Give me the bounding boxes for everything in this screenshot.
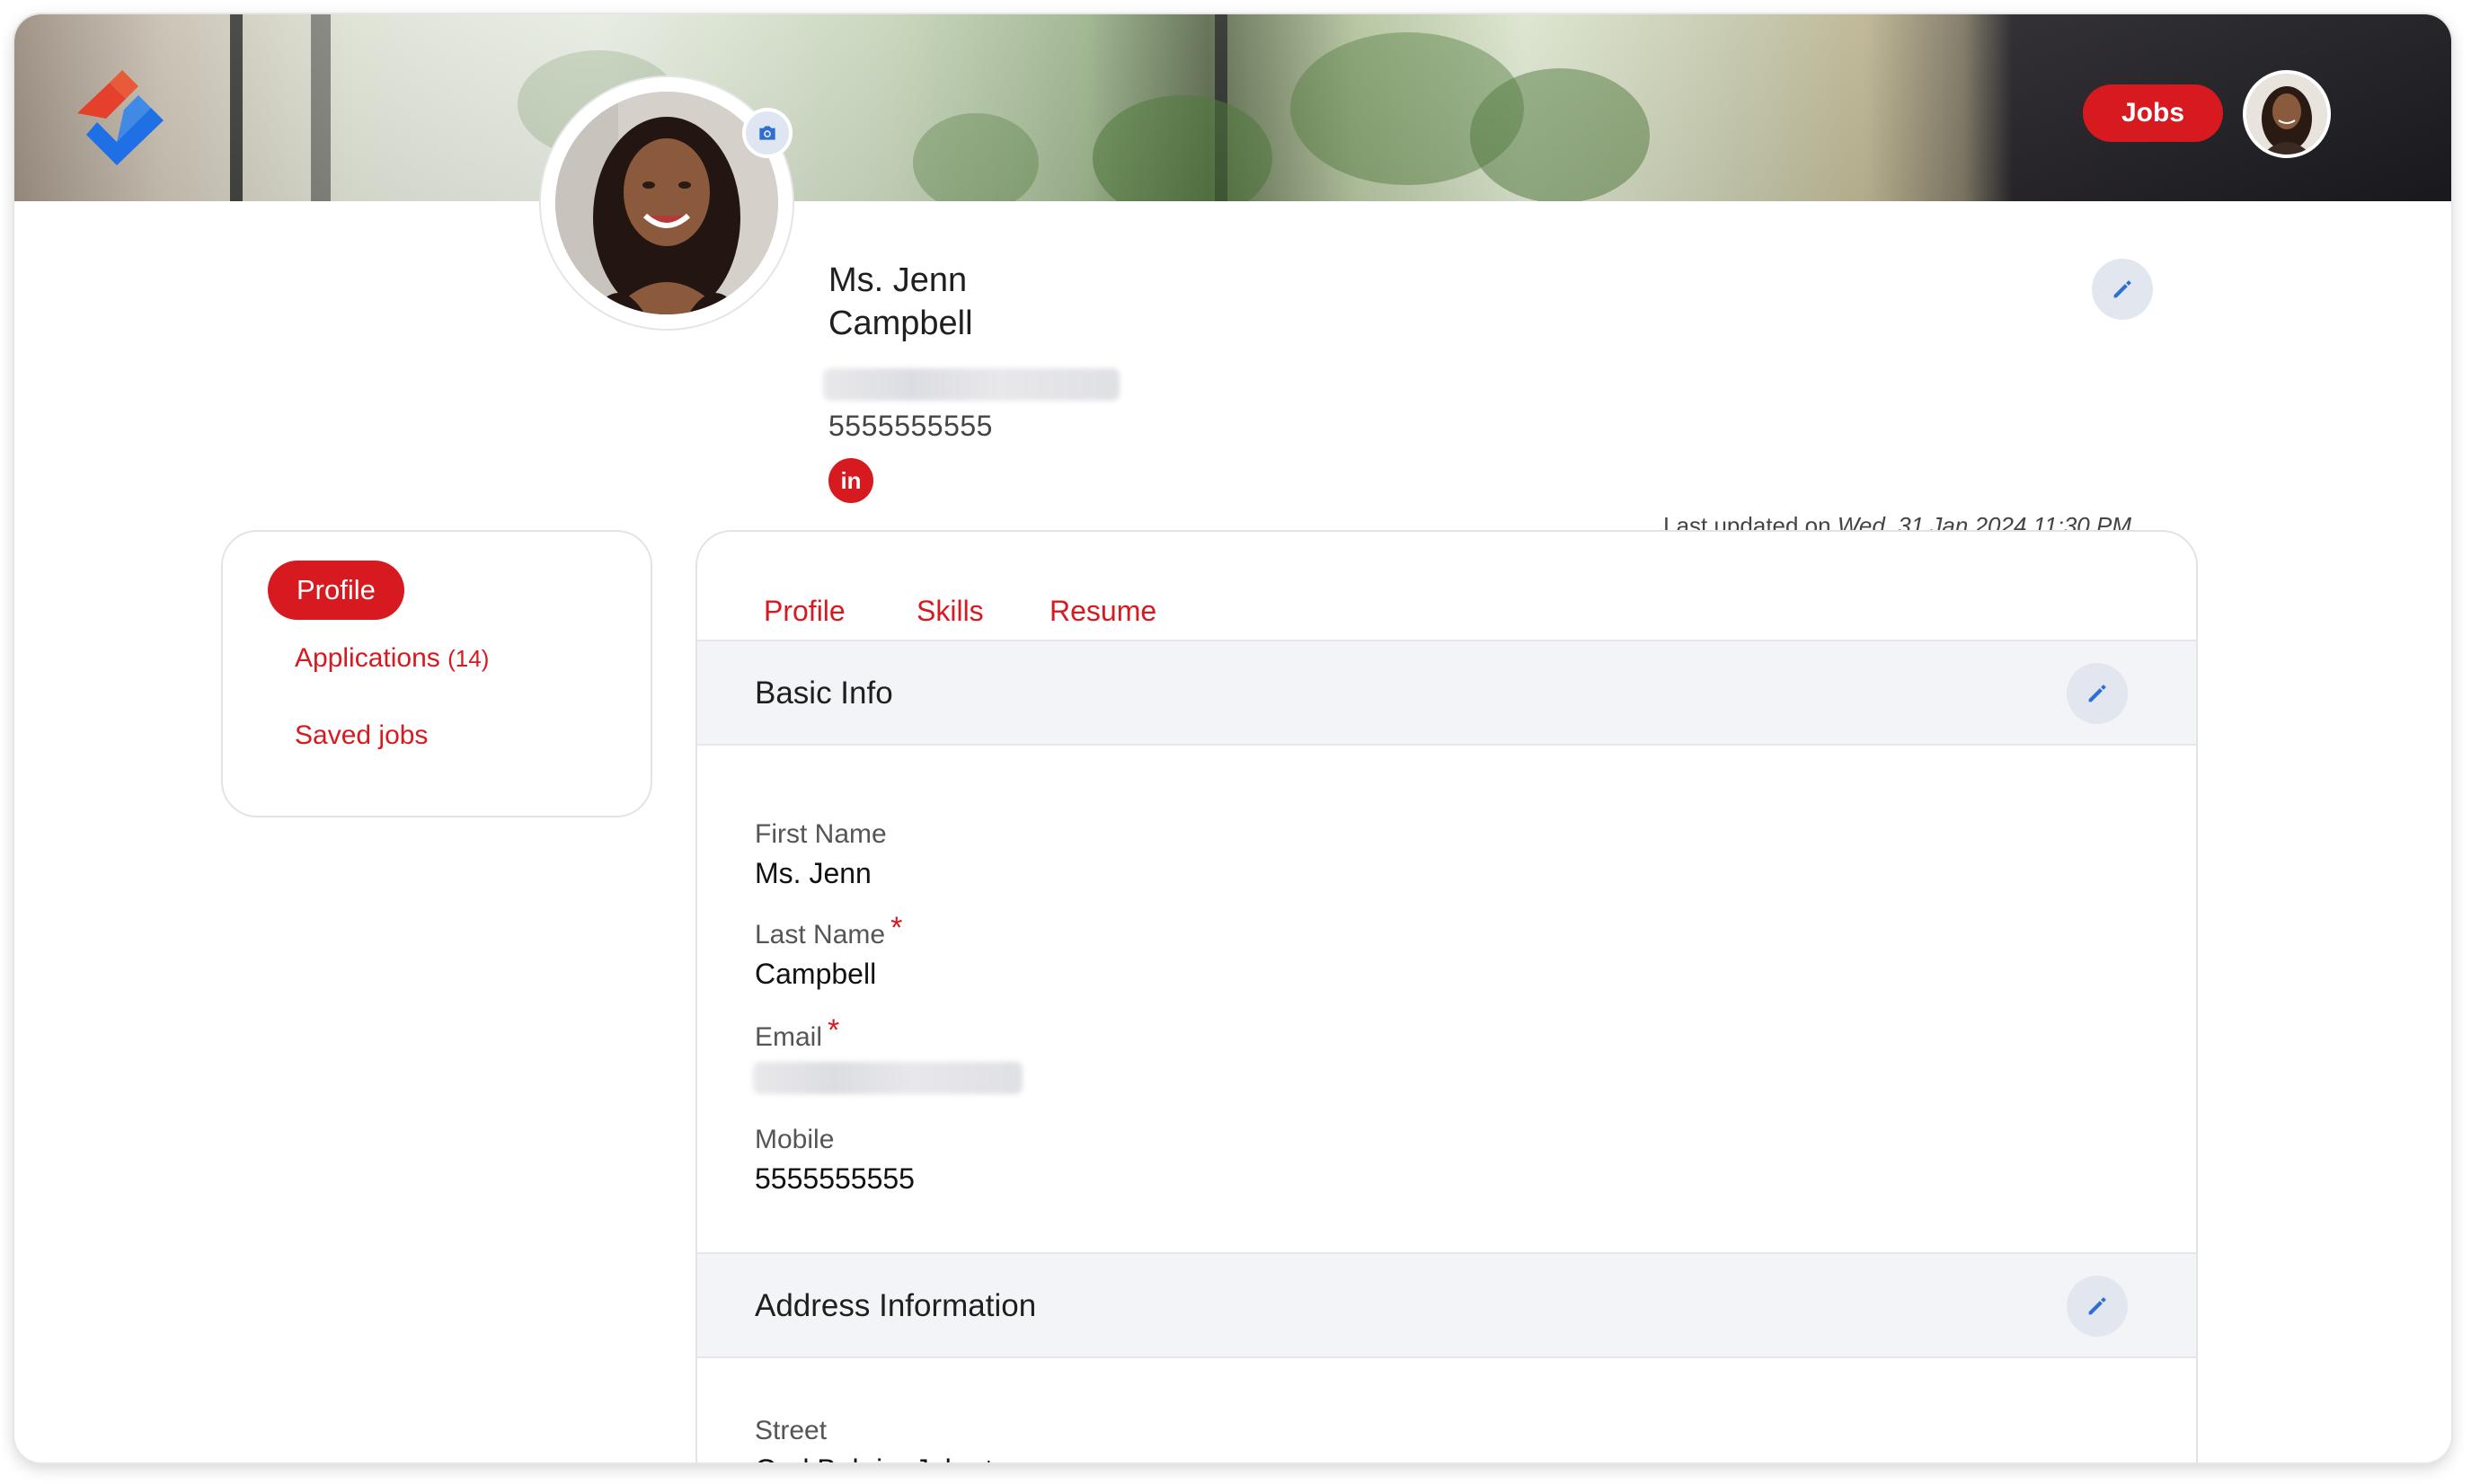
brand-logo-icon[interactable] <box>70 66 171 167</box>
basic-info-title: Basic Info <box>755 676 893 711</box>
linkedin-icon[interactable]: in <box>828 458 873 503</box>
camera-icon <box>759 126 775 140</box>
tab-resume[interactable]: Resume <box>1050 595 1156 628</box>
pencil-icon <box>2088 685 2106 702</box>
required-mark: * <box>828 1013 840 1047</box>
profile-sidebar: Profile Applications (14) Saved jobs <box>221 530 652 817</box>
profile-phone: 5555555555 <box>828 410 993 442</box>
profile-last-name: Campbell <box>828 305 973 342</box>
sidebar-item-saved-jobs[interactable]: Saved jobs <box>295 720 428 751</box>
mobile-label: Mobile <box>755 1125 835 1154</box>
sidebar-item-profile[interactable]: Profile <box>268 561 404 620</box>
first-name-value: Ms. Jenn <box>755 857 872 889</box>
edit-address-button[interactable] <box>2067 1276 2128 1337</box>
last-name-value: Campbell <box>755 958 877 990</box>
pencil-icon <box>2088 1297 2106 1315</box>
last-name-label: Last Name * <box>755 911 903 950</box>
pencil-icon <box>2113 280 2131 298</box>
street-value: Ged Bakrie, Jakarta <box>755 1453 1009 1462</box>
address-info-title: Address Information <box>755 1288 1037 1323</box>
edit-profile-header-button[interactable] <box>2092 259 2153 320</box>
basic-info-header: Basic Info <box>697 640 2196 746</box>
profile-email-redacted <box>823 368 1120 401</box>
jobs-button[interactable]: Jobs <box>2083 84 2223 142</box>
profile-first-name: Ms. Jenn <box>828 261 968 299</box>
edit-basic-info-button[interactable] <box>2067 663 2128 724</box>
required-mark: * <box>890 911 903 945</box>
street-label: Street <box>755 1416 828 1445</box>
email-value-redacted <box>753 1062 1023 1094</box>
profile-content-card: Profile Skills Resume Basic Info First N… <box>695 530 2198 1462</box>
email-label: Email * <box>755 1013 840 1052</box>
profile-banner: Jobs <box>14 14 2451 201</box>
user-avatar[interactable] <box>2243 70 2331 158</box>
tab-profile[interactable]: Profile <box>764 595 846 628</box>
address-info-header: Address Information <box>697 1252 2196 1358</box>
tab-skills[interactable]: Skills <box>917 595 984 628</box>
first-name-label: First Name <box>755 819 887 849</box>
change-photo-button[interactable] <box>742 108 793 158</box>
sidebar-item-applications[interactable]: Applications (14) <box>295 643 489 674</box>
app-window: Jobs Ms. Jenn Campbell 5555555555 in Las… <box>14 14 2451 1462</box>
mobile-value: 5555555555 <box>755 1162 915 1195</box>
